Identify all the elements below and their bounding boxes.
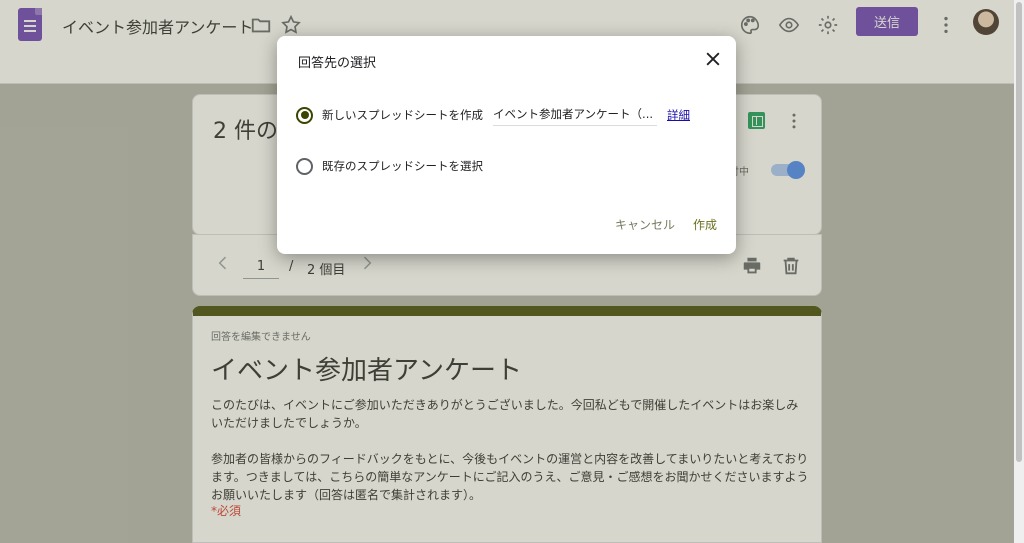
cancel-button[interactable]: キャンセル — [615, 216, 675, 233]
dialog-title: 回答先の選択 — [298, 56, 377, 71]
option-new-spreadsheet[interactable]: 新しいスプレッドシートを作成 イベント参加者アンケート（... 詳細 — [296, 104, 690, 126]
option-existing-spreadsheet[interactable]: 既存のスプレッドシートを選択 — [296, 155, 483, 177]
details-link[interactable]: 詳細 — [667, 107, 690, 123]
close-icon[interactable] — [703, 49, 723, 69]
new-spreadsheet-name-input[interactable]: イベント参加者アンケート（... — [493, 104, 657, 126]
radio-existing-spreadsheet[interactable] — [296, 157, 313, 175]
create-button[interactable]: 作成 — [693, 216, 717, 233]
scrollbar[interactable] — [1014, 0, 1024, 543]
option-existing-spreadsheet-label: 既存のスプレッドシートを選択 — [322, 159, 483, 173]
response-destination-dialog: 回答先の選択 新しいスプレッドシートを作成 イベント参加者アンケート（... 詳… — [277, 36, 736, 254]
option-new-spreadsheet-label: 新しいスプレッドシートを作成 — [322, 108, 483, 122]
radio-new-spreadsheet[interactable] — [296, 106, 313, 124]
scrollbar-thumb[interactable] — [1016, 2, 1022, 462]
